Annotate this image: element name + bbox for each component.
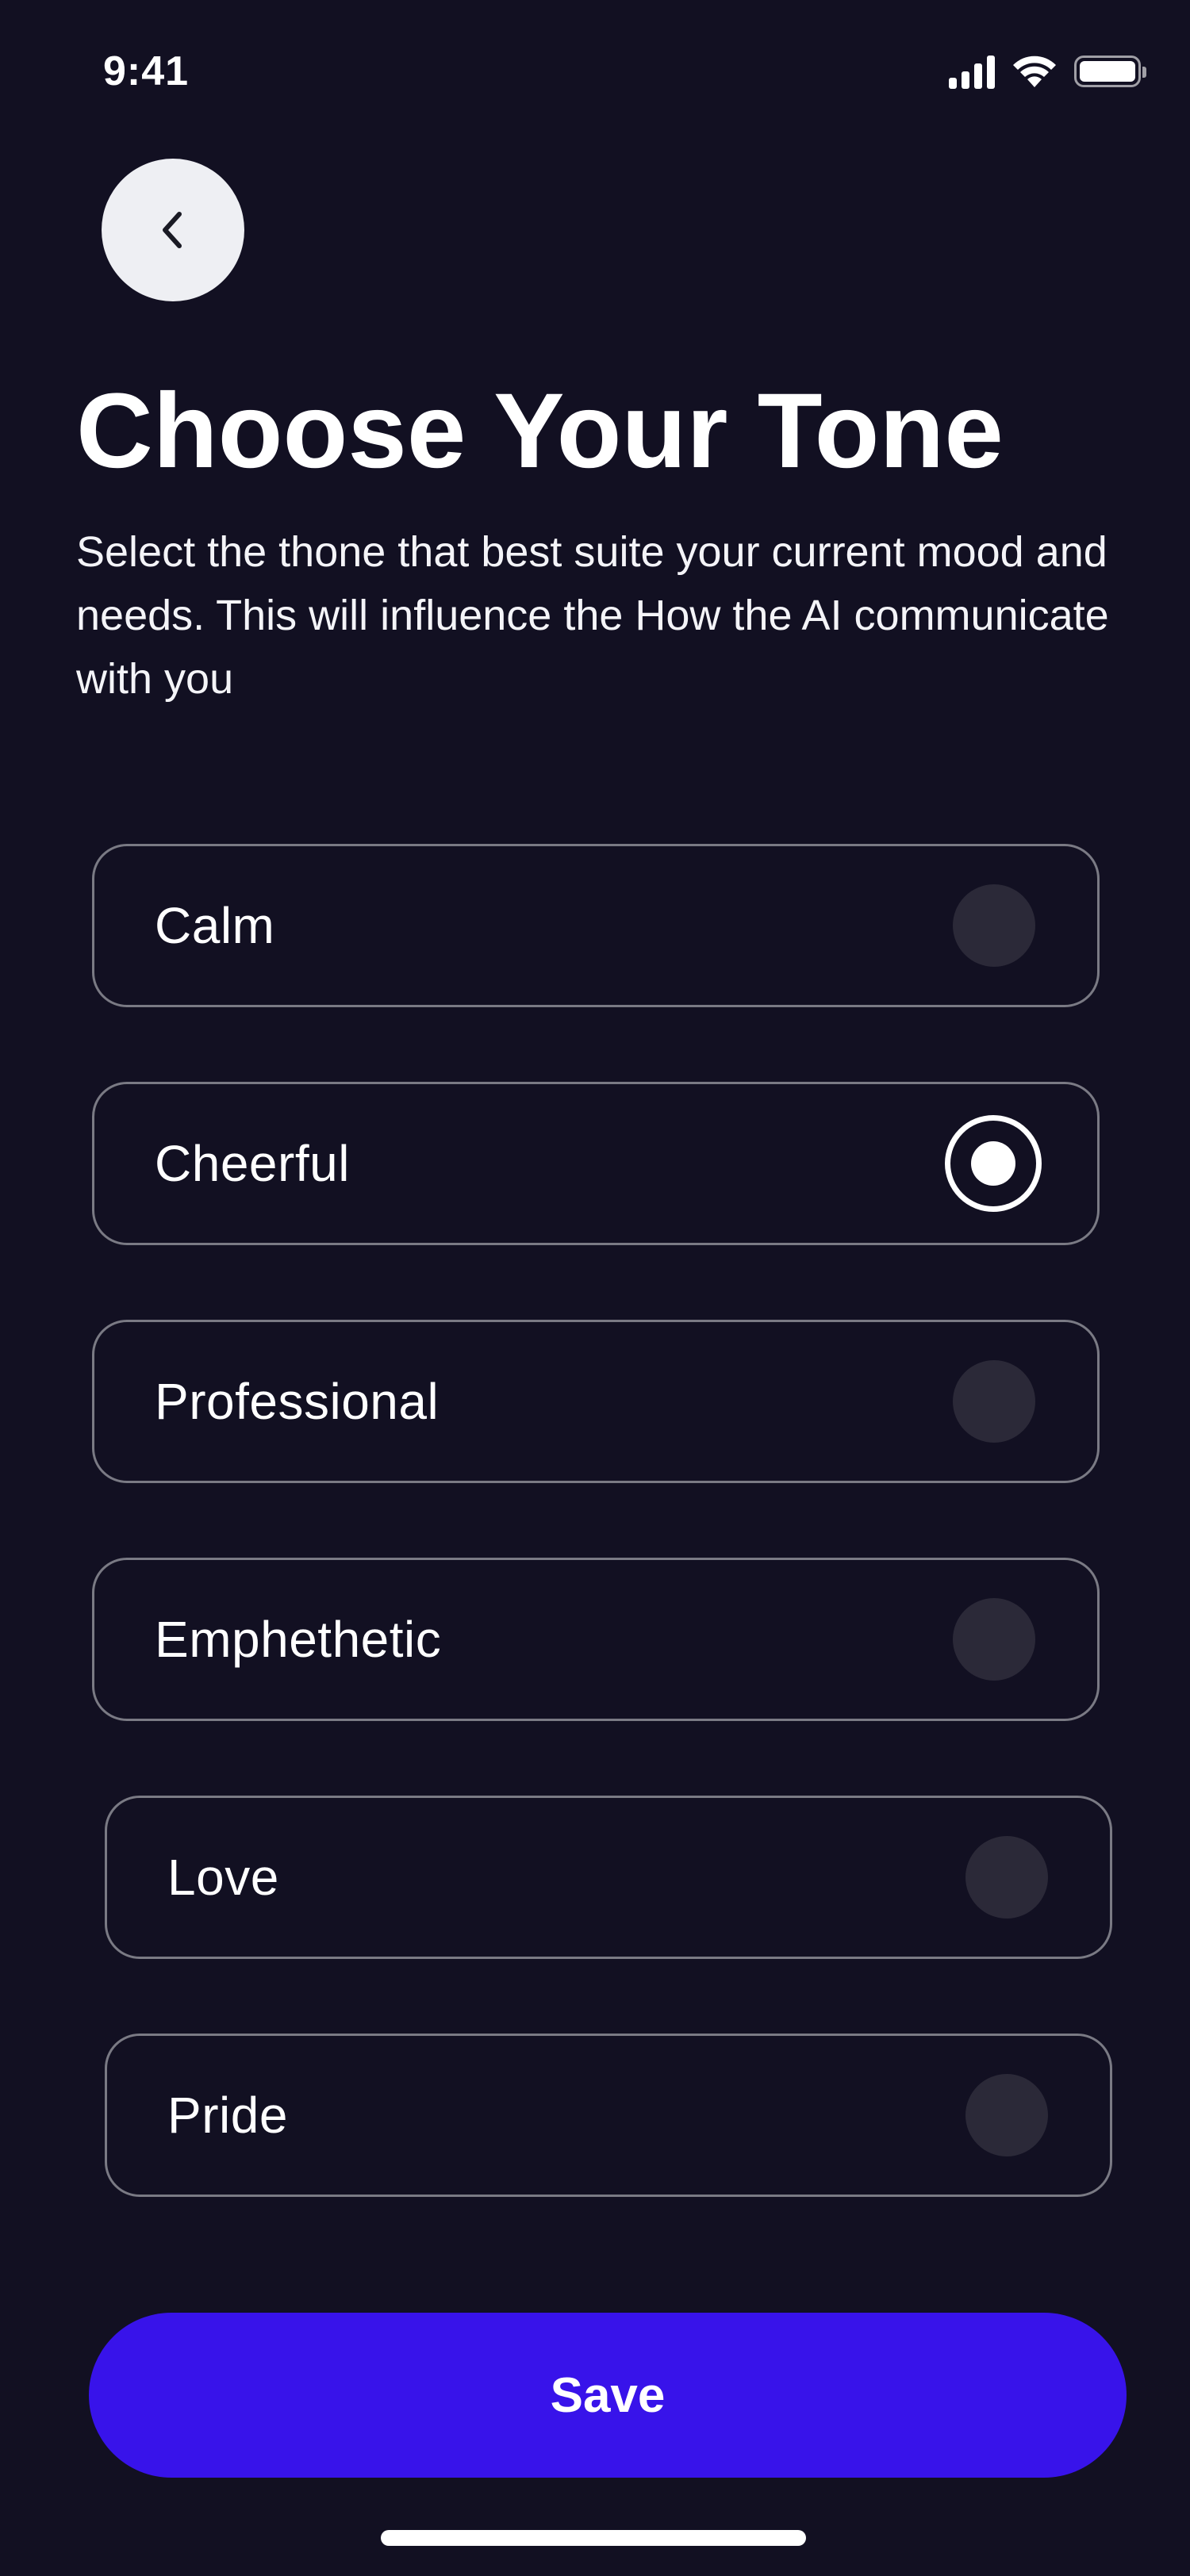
radio-button[interactable] — [965, 2074, 1048, 2156]
tone-option-label: Cheerful — [155, 1135, 350, 1192]
page-title: Choose Your Tone — [76, 372, 1004, 490]
tone-option-pride[interactable]: Pride — [105, 2034, 1112, 2197]
radio-button[interactable] — [953, 1360, 1035, 1443]
chevron-left-icon — [163, 212, 182, 248]
home-indicator[interactable] — [381, 2530, 806, 2546]
radio-button-selected[interactable] — [945, 1115, 1042, 1212]
tone-option-professional[interactable]: Professional — [92, 1320, 1100, 1483]
page-description: Select the thone that best suite your cu… — [76, 528, 1109, 703]
radio-button[interactable] — [953, 884, 1035, 967]
tone-option-calm[interactable]: Calm — [92, 844, 1100, 1007]
save-button[interactable]: Save — [89, 2313, 1127, 2478]
tone-option-label: Emphethetic — [155, 1611, 442, 1668]
tone-option-label: Calm — [155, 897, 275, 954]
cellular-signal-icon — [949, 54, 995, 89]
tone-option-label: Professional — [155, 1373, 440, 1430]
status-time: 9:41 — [103, 48, 190, 94]
tone-option-emphethetic[interactable]: Emphethetic — [92, 1558, 1100, 1721]
radio-button[interactable] — [953, 1598, 1035, 1681]
radio-button[interactable] — [965, 1836, 1048, 1919]
tone-option-love[interactable]: Love — [105, 1796, 1112, 1959]
wifi-icon — [1013, 56, 1056, 87]
tone-option-label: Love — [167, 1849, 279, 1906]
tone-option-cheerful[interactable]: Cheerful — [92, 1082, 1100, 1245]
back-button[interactable] — [102, 159, 244, 301]
tone-option-label: Pride — [167, 2087, 288, 2144]
status-icons — [949, 54, 1146, 89]
battery-icon — [1074, 56, 1146, 87]
